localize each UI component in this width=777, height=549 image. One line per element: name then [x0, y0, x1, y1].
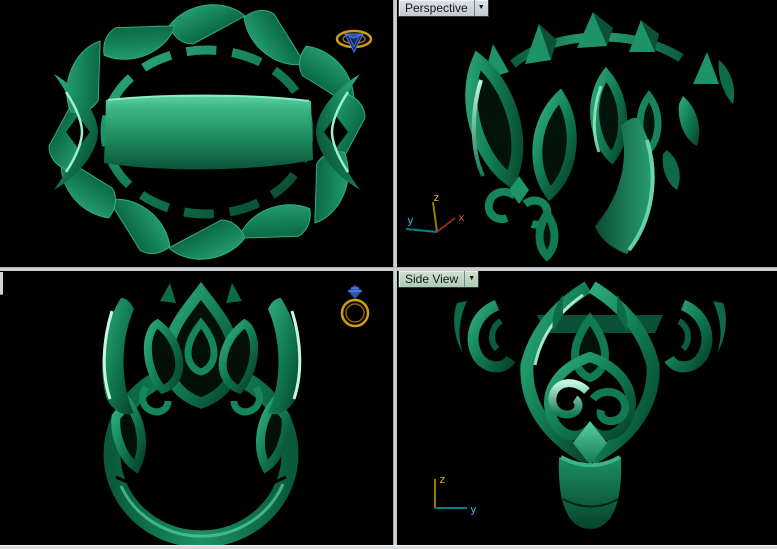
ring-model-front-view [0, 271, 393, 545]
viewport-grid: z x y Perspective ▼ [0, 0, 777, 549]
viewport-menu-arrow-icon[interactable]: ▼ [464, 271, 478, 287]
ring-top-view-icon [332, 25, 376, 57]
ring-front-view-icon [337, 283, 373, 329]
viewport-menu-arrow-icon[interactable]: ▼ [474, 0, 488, 16]
axis-x-label: x [458, 211, 465, 224]
viewport-top-view[interactable] [0, 0, 393, 267]
axis-z-label: z [439, 473, 446, 486]
viewport-front-view[interactable] [0, 271, 393, 545]
cropped-tab-fragment [0, 272, 3, 295]
axis-gizmo-perspective: z x y [402, 192, 472, 240]
axis-y-label: y [407, 214, 414, 227]
viewport-splitter-vertical[interactable] [393, 0, 397, 545]
viewport-tab-perspective[interactable]: Perspective ▼ [398, 0, 489, 17]
viewport-side-view[interactable]: z y Side View ▼ [397, 271, 777, 545]
viewport-splitter-horizontal[interactable] [0, 267, 777, 271]
axis-gizmo-side: z y [415, 471, 479, 519]
viewport-tab-side[interactable]: Side View ▼ [398, 271, 479, 288]
viewport-tab-label: Perspective [399, 1, 474, 16]
axis-z-label: z [433, 192, 440, 204]
window-bottom-edge [0, 545, 777, 549]
viewport-tab-label: Side View [399, 272, 464, 287]
axis-y-label: y [470, 503, 477, 516]
viewport-perspective[interactable]: z x y Perspective ▼ [397, 0, 777, 267]
